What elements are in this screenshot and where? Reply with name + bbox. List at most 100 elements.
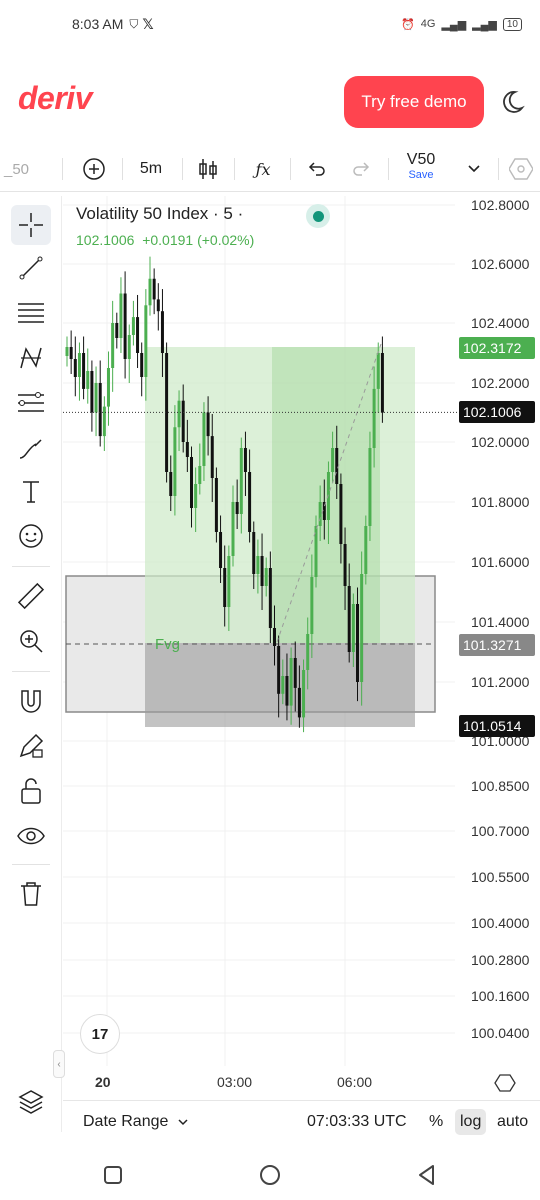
candle-body-35 [210, 436, 214, 478]
status-bar: 8:03 AM ⛉ 𝕏 ⏰ 4G ▂▄▆ ▂▄▆ 10 [0, 0, 540, 48]
deriv-logo[interactable]: deriv [18, 80, 92, 117]
trash-icon[interactable] [11, 874, 51, 914]
indicators-fx-icon[interactable]: ƒx [250, 146, 276, 192]
dark-mode-moon-icon[interactable] [498, 88, 526, 116]
candle-body-54 [289, 658, 293, 706]
text-tool-icon[interactable] [11, 472, 51, 512]
symbol-selector[interactable]: V50 Save [398, 151, 444, 181]
layers-icon[interactable] [14, 1084, 48, 1118]
symbol-save-label[interactable]: Save [398, 169, 444, 181]
candle-body-4 [82, 353, 86, 389]
android-nav-bar [0, 1150, 540, 1200]
emoji-icon[interactable] [11, 516, 51, 556]
brush-icon[interactable] [11, 428, 51, 468]
chart-title: Volatility 50 Index · 5 · [76, 204, 244, 223]
candle-body-68 [347, 586, 351, 652]
fib-levels-icon[interactable] [11, 293, 51, 333]
candle-body-6 [90, 371, 94, 413]
candle-body-21 [152, 278, 156, 300]
candle-body-53 [285, 676, 289, 706]
battery-icon: 10 [502, 17, 522, 31]
candle-body-40 [231, 502, 235, 556]
chevron-down-icon[interactable] [464, 146, 484, 192]
symbol-code: V50 [406, 151, 436, 168]
price-chart[interactable]: Fvg 102.8000 102.6000 102.4000 102.2000 102.0… [63, 196, 540, 1100]
tradingview-logo[interactable]: 17 [80, 1014, 120, 1054]
last-price: 102.1006 [76, 232, 135, 248]
candle-body-51 [277, 646, 281, 694]
back-triangle-icon[interactable] [412, 1160, 442, 1190]
candle-body-72 [364, 526, 368, 574]
trend-line-icon[interactable] [11, 248, 51, 288]
zoom-in-icon[interactable] [11, 621, 51, 661]
candle-body-0 [65, 347, 69, 356]
fvg-label: Fvg [155, 636, 180, 653]
candle-body-12 [115, 323, 119, 338]
candle-body-9 [102, 406, 106, 437]
candle-body-1 [69, 347, 73, 359]
candle-body-69 [351, 604, 355, 652]
try-free-demo-button[interactable]: Try free demo [344, 76, 484, 128]
log-scale-button[interactable]: log [455, 1109, 487, 1135]
x-tick-label-0: 20 [95, 1074, 111, 1090]
candle-body-59 [310, 577, 314, 634]
candle-body-2 [73, 359, 77, 377]
y-tick-label-11: 100.7000 [471, 823, 530, 839]
add-symbol-icon[interactable] [80, 146, 108, 192]
drawing-toolbar [0, 196, 62, 1132]
candles-icon[interactable] [196, 146, 220, 192]
candle-body-30 [190, 457, 193, 508]
crosshair-icon[interactable] [11, 205, 51, 245]
candle-body-37 [219, 532, 223, 568]
visibility-eye-icon[interactable] [11, 816, 51, 856]
candle-body-16 [131, 317, 135, 335]
recents-square-icon[interactable] [98, 1160, 128, 1190]
collapse-toolbar-tab[interactable]: ‹ [53, 1050, 65, 1078]
date-range-button[interactable]: Date Range [83, 1101, 190, 1143]
shield-icon: ⛉ [129, 16, 139, 31]
pattern-icon[interactable] [11, 338, 51, 378]
percent-scale-button[interactable]: % [429, 1101, 443, 1143]
symbol-search-partial[interactable]: _50 [4, 146, 29, 192]
forecast-icon[interactable] [11, 383, 51, 423]
candle-body-55 [293, 658, 297, 688]
price-legend: 102.1006 +0.0191 (+0.02%) [76, 232, 254, 248]
interval-selector[interactable]: 5m [134, 146, 168, 192]
undo-icon[interactable] [304, 146, 330, 192]
long-position-target-inner [272, 347, 380, 643]
date-range-label: Date Range [83, 1113, 169, 1130]
candle-body-23 [160, 311, 164, 353]
chart-area[interactable]: Fvg 102.8000 102.6000 102.4000 102.2000 102.0… [63, 196, 540, 1100]
candle-body-73 [368, 448, 372, 526]
alarm-icon: ⏰ [401, 18, 415, 31]
signal-icon: ▂▄▆ [441, 18, 467, 31]
candle-body-67 [343, 544, 347, 586]
unlock-icon[interactable] [11, 771, 51, 811]
candle-body-65 [335, 448, 339, 484]
ruler-icon[interactable] [11, 576, 51, 616]
y-tick-label-15: 100.1600 [471, 988, 530, 1004]
magnet-icon[interactable] [11, 681, 51, 721]
home-circle-icon[interactable] [255, 1160, 285, 1190]
candle-body-52 [281, 676, 285, 694]
candle-body-3 [77, 353, 81, 377]
axis-settings-icon [494, 1074, 516, 1092]
x-tick-label-2: 06:00 [337, 1074, 372, 1090]
hexagon-settings-icon[interactable] [508, 146, 534, 192]
candle-body-36 [214, 478, 218, 532]
candle-body-25 [169, 472, 173, 496]
candle-body-39 [227, 556, 231, 607]
auto-scale-button[interactable]: auto [497, 1101, 528, 1143]
y-tick-label-14: 100.2800 [471, 952, 530, 968]
candle-body-8 [98, 383, 102, 437]
network-label: 4G [420, 18, 436, 30]
candle-body-49 [268, 568, 272, 628]
candle-body-66 [339, 484, 343, 544]
candle-body-7 [94, 383, 98, 413]
lock-drawing-pencil-icon[interactable] [11, 726, 51, 766]
redo-icon[interactable] [348, 146, 374, 192]
utc-clock[interactable]: 07:03:33 UTC [307, 1101, 407, 1143]
candle-body-57 [302, 670, 306, 718]
candle-body-41 [235, 502, 239, 514]
candle-body-74 [372, 388, 376, 448]
